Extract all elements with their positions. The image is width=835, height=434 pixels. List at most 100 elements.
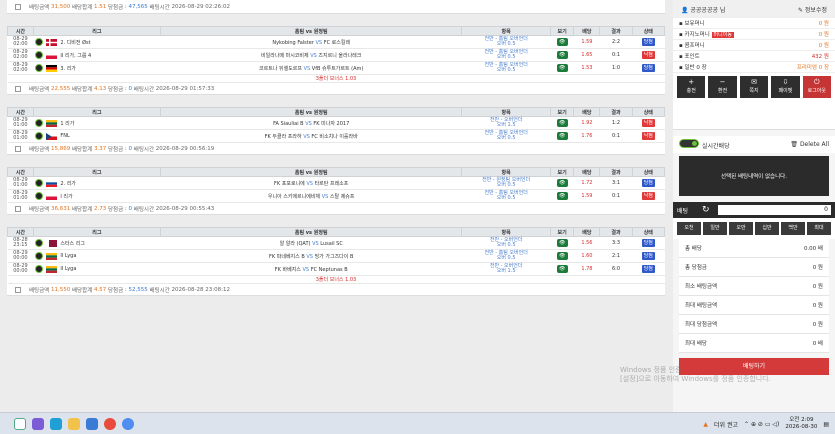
live-odds-toggle[interactable] <box>679 139 699 148</box>
view-icon[interactable]: 👁 <box>556 64 568 72</box>
column-header: 상태 <box>631 26 666 36</box>
league-cell: 2. 리가 <box>33 179 160 187</box>
quick-amount-button[interactable]: 최대 <box>807 222 831 235</box>
vs-label: VS <box>303 65 311 72</box>
file-explorer-icon[interactable] <box>68 417 80 430</box>
match-teams: FA Siauliai B VS FK 미나자 2017 <box>160 116 462 130</box>
column-header: 상태 <box>631 107 666 117</box>
view-icon[interactable]: 👁 <box>556 239 568 247</box>
soccer-ball-icon <box>35 119 44 127</box>
message-button[interactable]: ✉ 쪽지 <box>739 76 769 98</box>
column-header: 홈팀 vs 원정팀 <box>159 26 463 36</box>
column-header: 결과 <box>599 227 633 237</box>
slip-summary: 배팅금액 31,500 배당합계 1.51 당첨금 : 47,565 배팅시간 … <box>7 0 665 14</box>
status-badge: 당첨 <box>641 265 655 273</box>
view-icon[interactable]: 👁 <box>556 252 568 260</box>
home-team: FA Siauliai B <box>273 120 304 127</box>
view-icon[interactable]: 👁 <box>556 192 568 200</box>
league-name: II 리가, 그룹 4 <box>60 52 92 59</box>
league-name: II Lyga <box>60 253 77 259</box>
bet-amount-input[interactable]: 0 <box>717 205 831 215</box>
notification-icon[interactable]: ▤ <box>823 421 829 428</box>
odds: 1.56 <box>573 236 600 250</box>
money-transfer-button[interactable]: 머니이동 <box>711 32 734 38</box>
table-row: 08-29 00:00 II Lyga FK 파네베지스 B VS 빙가 가그즈다이 … <box>7 249 665 263</box>
qatar-flag-icon <box>46 239 58 247</box>
odds: 1.65 <box>573 48 600 62</box>
match-time: 08-29 02:00 <box>7 48 34 62</box>
soccer-ball-icon <box>35 132 44 140</box>
column-header: 시간 <box>7 26 34 36</box>
search-icon[interactable] <box>14 417 26 430</box>
match-teams: FK 두클라 프라하 VS FC 비소치나 이흘라바 <box>160 129 462 143</box>
logout-button[interactable]: ⏻ 로그아웃 <box>802 76 832 98</box>
score: 0:1 <box>599 129 633 143</box>
balance-value: 프리미엄 0 장 <box>796 65 829 71</box>
withdraw-button[interactable]: − 환전 <box>708 76 737 98</box>
paybet-button[interactable]: ⇩ 페이벳 <box>771 76 800 98</box>
view-icon[interactable]: 👁 <box>556 119 568 127</box>
weather-icon[interactable]: ▲ <box>703 421 708 428</box>
view-icon[interactable]: 👁 <box>556 38 568 46</box>
view-icon[interactable]: 👁 <box>556 132 568 140</box>
table-row: 08-29 01:00 FNL FK 두클라 프라하 VS FC 비소치나 이흘라바 전… <box>7 129 665 143</box>
column-header: 리그 <box>32 26 161 36</box>
summary-win: 47,565 <box>128 3 148 10</box>
soccer-ball-icon <box>35 179 44 187</box>
deposit-button[interactable]: + 충전 <box>677 76 706 98</box>
store-icon[interactable] <box>86 417 98 430</box>
view-icon[interactable]: 👁 <box>556 51 568 59</box>
league-name: II Lyga <box>60 266 77 272</box>
slip-summary: 배팅금액 22,555 배당합계 4.13 당첨금 : 0 배팅시간 2026-… <box>7 83 665 95</box>
away-team: VfB 슈투트가르트 (Am) <box>311 65 364 72</box>
bet-summary-row: 최대 배당 0 배 <box>679 334 829 353</box>
app-icon[interactable] <box>122 417 134 430</box>
view-icon[interactable]: 👁 <box>556 265 568 273</box>
odds: 1.60 <box>573 249 600 263</box>
select-checkbox[interactable] <box>15 205 21 212</box>
tray-icons[interactable]: ⌃ ⊕ ⊘ ▭ ◁) <box>744 421 779 428</box>
select-checkbox[interactable] <box>15 3 21 10</box>
bet-slip-table: 시간 리그 홈팀 vs 원정팀 항목 보기 배당 결과 상태 08-29 01:00 1 리가 FA … <box>7 107 666 143</box>
copilot-icon[interactable] <box>32 417 44 430</box>
chrome-icon[interactable] <box>104 417 116 430</box>
summary-time: 2026-08-29 01:57:33 <box>155 85 215 92</box>
slip-summary: 배팅금액 11,550 배당합계 4.57 당첨금 : 52,555 배팅시간 … <box>7 284 665 296</box>
quick-amount-button[interactable]: 일만 <box>703 222 727 235</box>
league-cell: II Lyga <box>33 265 160 273</box>
league-cell: I 리가 <box>33 192 160 200</box>
summary-time: 2026-08-29 02:26:02 <box>171 3 230 10</box>
league-name: 2. 리가 <box>60 180 76 187</box>
edge-icon[interactable] <box>50 417 62 430</box>
delete-all-button[interactable]: 🗑 Delete All <box>790 141 829 148</box>
view-icon[interactable]: 👁 <box>556 179 568 187</box>
weather-label[interactable]: 더위 권고 <box>714 420 738 429</box>
edit-profile-link[interactable]: ✎ 정보수정 <box>798 5 827 14</box>
league-name: 3. 리가 <box>60 65 76 72</box>
select-checkbox[interactable] <box>15 286 21 293</box>
match-time: 08-29 00:00 <box>7 262 34 276</box>
column-header: 결과 <box>599 26 633 36</box>
quick-amount-button[interactable]: 오만 <box>729 222 753 235</box>
select-checkbox[interactable] <box>15 145 21 152</box>
balance-row: ▪ 일반 0 장 프리미엄 0 장 <box>673 62 835 73</box>
clock[interactable]: 오전 2:09 2026-08-30 <box>785 417 817 431</box>
away-team: 즈지르니 올라나레크 <box>318 52 362 59</box>
select-checkbox[interactable] <box>15 85 21 92</box>
reset-icon[interactable]: ↻ <box>702 205 710 215</box>
column-header: 리그 <box>32 107 161 117</box>
table-row: 08-29 01:00 I 리가 우니아 스키에르니에비체 VS 스탈 제슈프 전반 -… <box>7 189 665 203</box>
summary-amount: 36,631 <box>51 205 71 212</box>
lithuania-flag-icon <box>46 252 58 260</box>
score: 0:1 <box>599 189 633 203</box>
quick-amount-button[interactable]: 십만 <box>755 222 779 235</box>
quick-amount-button[interactable]: 백만 <box>781 222 805 235</box>
quick-amount-button[interactable]: 오천 <box>677 222 701 235</box>
match-teams: FK 포포로니에 VS 타르탄 프레소프 <box>160 176 462 190</box>
bet-label: 배팅 <box>677 207 689 215</box>
casino-icon: ▪ <box>679 32 683 38</box>
away-team: FC 비소치나 이흘라바 <box>311 133 358 140</box>
market: 전반 - 홈팀 오버언더 오버 0.5 <box>461 48 551 62</box>
empty-slip-message: 선택된 배팅내역이 없습니다. <box>679 156 829 196</box>
bet-summary-row: 최소 배팅금액 0 원 <box>679 277 829 296</box>
